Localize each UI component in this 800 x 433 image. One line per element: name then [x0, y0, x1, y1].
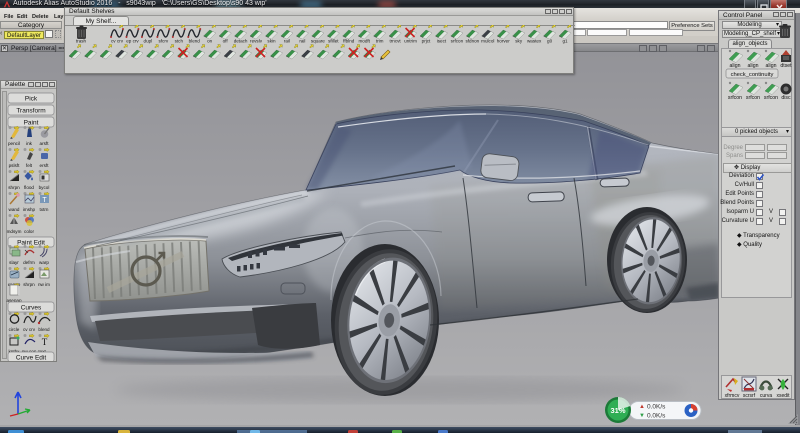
svg-text:Pick: Pick	[25, 96, 38, 103]
svg-text:sky: sky	[515, 39, 523, 44]
svg-text:blend: blend	[38, 327, 50, 332]
svg-text:srfcon: srfcon	[451, 39, 464, 44]
svg-text:trash: trash	[76, 39, 87, 44]
svg-text:trncvt: trncvt	[389, 39, 401, 44]
svg-text:warp: warp	[39, 260, 49, 265]
svg-text:defrm: defrm	[23, 260, 35, 265]
svg-text:skin: skin	[267, 39, 276, 44]
svg-text:pslsft: pslsft	[9, 163, 20, 168]
svg-text:xsedit: xsedit	[776, 393, 790, 399]
svg-text:bycol: bycol	[39, 185, 50, 190]
svg-text:curva: curva	[760, 393, 772, 399]
svg-text:trim: trim	[376, 39, 384, 44]
svg-text:31%: 31%	[610, 406, 625, 415]
svg-text:T: T	[42, 337, 48, 347]
svg-text:wastex: wastex	[527, 39, 542, 44]
svg-text:square: square	[311, 39, 325, 44]
svg-text:isect: isect	[437, 39, 447, 44]
svg-text:imshp: imshp	[23, 207, 36, 212]
svg-text:on: on	[207, 39, 213, 44]
svg-text:g0: g0	[547, 39, 553, 44]
svg-text:wand: wand	[9, 207, 20, 212]
svg-text:cv crv: cv crv	[23, 327, 36, 332]
svg-text:sfdnon: sfdnon	[465, 39, 479, 44]
svg-text:dtset: dtset	[780, 63, 792, 69]
svg-text:flood: flood	[24, 185, 34, 190]
svg-text:0.0K/s: 0.0K/s	[647, 404, 666, 411]
svg-text:srfcon: srfcon	[764, 95, 778, 101]
svg-text:check_continuity: check_continuity	[731, 72, 774, 78]
svg-text:shrpn: shrpn	[8, 185, 20, 190]
svg-text:Transform: Transform	[16, 108, 45, 115]
svg-text:Curves: Curves	[21, 305, 42, 312]
svg-text:rail: rail	[284, 39, 290, 44]
svg-text:blend: blend	[189, 39, 201, 44]
svg-text:ep crv: ep crv	[126, 39, 139, 44]
svg-text:horver: horver	[497, 39, 510, 44]
svg-text:sfillet: sfillet	[328, 39, 339, 44]
svg-text:untrim: untrim	[404, 39, 417, 44]
svg-text:prjct: prjct	[422, 39, 431, 44]
svg-text:ink: ink	[26, 141, 33, 146]
svg-text:cv crv: cv crv	[111, 39, 124, 44]
svg-text:disc: disc	[781, 95, 791, 101]
svg-text:revslv: revslv	[250, 39, 263, 44]
svg-text:xfrmcv: xfrmcv	[725, 393, 740, 399]
svg-text:Curve Edit: Curve Edit	[16, 355, 47, 362]
svg-text:dupl: dupl	[144, 39, 153, 44]
svg-text:pencil: pencil	[8, 141, 20, 146]
svg-text:detach: detach	[234, 39, 248, 44]
svg-text:felt: felt	[26, 163, 33, 168]
svg-text:srfcon: srfcon	[746, 95, 760, 101]
svg-text:mdsym: mdsym	[7, 229, 22, 234]
svg-text:scrsrf: scrsrf	[743, 393, 756, 399]
svg-text:rail: rail	[299, 39, 305, 44]
svg-text:align: align	[748, 63, 759, 69]
svg-text:stch: stch	[175, 39, 184, 44]
svg-text:srfcon: srfcon	[728, 95, 742, 101]
svg-text:ffblnd: ffblnd	[343, 39, 355, 44]
svg-text:g1: g1	[562, 39, 568, 44]
svg-text:txtrn: txtrn	[40, 207, 49, 212]
svg-text:0.0K/s: 0.0K/s	[647, 413, 666, 420]
svg-text:▲: ▲	[639, 404, 645, 410]
svg-text:sfcrv: sfcrv	[158, 39, 168, 44]
svg-text:modft: modft	[358, 39, 370, 44]
svg-text:color: color	[24, 229, 34, 234]
svg-text:ersft: ersft	[40, 163, 50, 168]
svg-text:arsft: arsft	[40, 141, 50, 146]
svg-text:circle: circle	[9, 327, 20, 332]
svg-text:shrpn: shrpn	[23, 282, 35, 287]
svg-text:▼: ▼	[639, 413, 645, 419]
svg-text:align: align	[766, 63, 777, 69]
svg-text:T: T	[42, 197, 47, 204]
svg-text:mulcol: mulcol	[481, 39, 494, 44]
svg-text:Paint: Paint	[24, 120, 39, 127]
svg-text:slayr: slayr	[9, 260, 19, 265]
svg-text:nw im: nw im	[38, 282, 50, 287]
svg-text:align: align	[730, 63, 741, 69]
svg-text:off: off	[223, 39, 229, 44]
